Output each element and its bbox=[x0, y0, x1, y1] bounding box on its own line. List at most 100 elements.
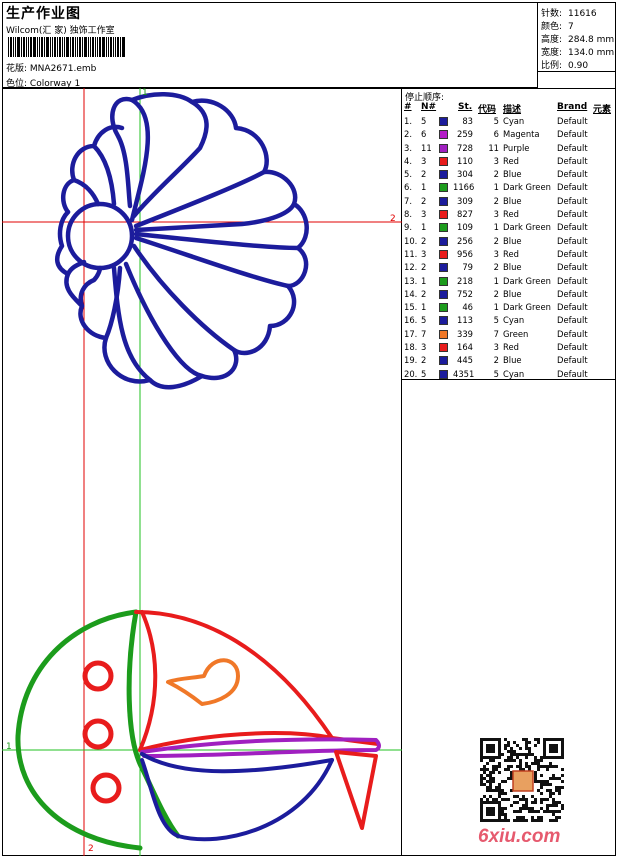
barcode-bar bbox=[88, 37, 89, 57]
row-index: 20. bbox=[404, 368, 418, 379]
guide-label-left-green: 1 bbox=[6, 742, 12, 752]
row-brand: Default bbox=[557, 368, 588, 379]
row-needle: 3 bbox=[421, 209, 427, 220]
barcode-bar bbox=[54, 37, 56, 57]
row-brand: Default bbox=[557, 142, 588, 153]
barcode-bar bbox=[21, 37, 22, 57]
row-stitches: 445 bbox=[457, 355, 473, 366]
row-brand: Default bbox=[557, 302, 588, 313]
barcode-bar bbox=[122, 37, 125, 57]
stop-row: 8. 3 827 3 Red Default bbox=[403, 208, 615, 221]
barcode-bar bbox=[77, 37, 78, 57]
stat-label: 比例: bbox=[541, 61, 563, 71]
row-brand: Default bbox=[557, 315, 588, 326]
stat-stitches: 针数: 11616 bbox=[541, 6, 597, 19]
row-brand: Default bbox=[557, 182, 588, 193]
row-index: 4. bbox=[404, 155, 412, 166]
row-code: 2 bbox=[493, 235, 499, 246]
row-code: 5 bbox=[493, 368, 499, 379]
row-index: 5. bbox=[404, 169, 412, 180]
col-header-code: 代码 bbox=[478, 105, 497, 115]
barcode-bar bbox=[99, 37, 101, 57]
row-code: 3 bbox=[493, 342, 499, 353]
col-header-brand: Brand bbox=[557, 102, 588, 112]
row-brand: Default bbox=[557, 342, 588, 353]
row-index: 16. bbox=[404, 315, 418, 326]
color-swatch bbox=[439, 343, 448, 353]
stop-row: 19. 2 445 2 Blue Default bbox=[403, 354, 615, 367]
row-description: Blue bbox=[503, 288, 522, 299]
stat-value: 7 bbox=[568, 22, 574, 32]
row-description: Blue bbox=[503, 262, 522, 273]
row-index: 17. bbox=[404, 328, 418, 339]
stat-value: 284.8 mm bbox=[568, 35, 615, 45]
row-needle: 3 bbox=[421, 248, 427, 259]
barcode-bar bbox=[33, 37, 36, 57]
row-stitches: 109 bbox=[457, 222, 473, 233]
stop-sequence-header: # N# St. 代码 描述 Brand 元素 bbox=[403, 102, 615, 115]
row-code: 1 bbox=[493, 302, 499, 313]
fish-top-fin bbox=[134, 610, 334, 740]
design-label: 花版: bbox=[6, 64, 28, 74]
row-index: 7. bbox=[404, 195, 412, 206]
barcode-bar bbox=[106, 37, 107, 57]
color-swatch bbox=[439, 316, 448, 326]
row-needle: 2 bbox=[421, 169, 427, 180]
row-description: Red bbox=[503, 248, 519, 259]
row-brand: Default bbox=[557, 355, 588, 366]
barcode-bar bbox=[120, 37, 121, 57]
row-code: 1 bbox=[493, 182, 499, 193]
row-description: Blue bbox=[503, 195, 522, 206]
color-swatch bbox=[439, 356, 448, 366]
row-needle: 2 bbox=[421, 195, 427, 206]
row-stitches: 110 bbox=[457, 155, 473, 166]
row-stitches: 827 bbox=[457, 209, 473, 220]
row-brand: Default bbox=[557, 222, 588, 233]
barcode-bar bbox=[52, 37, 53, 57]
stop-row: 1. 5 83 5 Cyan Default bbox=[403, 115, 615, 128]
stop-row: 3. 11 728 11 Purple Default bbox=[403, 142, 615, 155]
stop-row: 6. 1 1166 1 Dark Green Default bbox=[403, 181, 615, 194]
row-stitches: 113 bbox=[457, 315, 473, 326]
barcode-bar bbox=[72, 37, 74, 57]
row-brand: Default bbox=[557, 209, 588, 220]
row-index: 6. bbox=[404, 182, 412, 193]
row-stitches: 164 bbox=[457, 342, 473, 353]
row-needle: 5 bbox=[421, 315, 427, 326]
fish-bubble-1 bbox=[82, 660, 114, 692]
row-needle: 5 bbox=[421, 368, 427, 379]
color-swatch bbox=[439, 117, 448, 126]
guide-label-right-red: 2 bbox=[390, 214, 396, 224]
row-index: 3. bbox=[404, 142, 412, 153]
row-index: 2. bbox=[404, 129, 412, 140]
row-stitches: 309 bbox=[457, 195, 473, 206]
barcode-bar bbox=[37, 37, 38, 57]
barcode bbox=[8, 37, 142, 57]
guide-label-bottom-red: 2 bbox=[88, 844, 94, 854]
color-swatch bbox=[439, 130, 448, 140]
row-needle: 2 bbox=[421, 235, 427, 246]
row-stitches: 1166 bbox=[453, 182, 475, 193]
design-preview-area: 1 2 1 2 bbox=[2, 88, 402, 856]
row-index: 15. bbox=[404, 302, 418, 313]
barcode-bar bbox=[44, 37, 45, 57]
fish-bubble-2 bbox=[82, 718, 114, 750]
color-swatch bbox=[439, 369, 448, 379]
stop-row: 13. 1 218 1 Dark Green Default bbox=[403, 275, 615, 288]
row-index: 11. bbox=[404, 248, 418, 259]
row-index: 18. bbox=[404, 342, 418, 353]
row-code: 2 bbox=[493, 355, 499, 366]
stat-height: 高度: 284.8 mm bbox=[541, 32, 614, 45]
color-swatch bbox=[439, 156, 448, 166]
fish-motif bbox=[15, 609, 381, 851]
row-brand: Default bbox=[557, 262, 588, 273]
row-index: 1. bbox=[404, 116, 412, 126]
row-needle: 5 bbox=[421, 116, 427, 126]
stop-row: 4. 3 110 3 Red Default bbox=[403, 155, 615, 168]
embroidery-design bbox=[2, 88, 402, 856]
color-swatch bbox=[439, 223, 448, 233]
shell-motif bbox=[54, 92, 309, 390]
row-index: 13. bbox=[404, 275, 418, 286]
row-code: 2 bbox=[493, 195, 499, 206]
row-brand: Default bbox=[557, 288, 588, 299]
